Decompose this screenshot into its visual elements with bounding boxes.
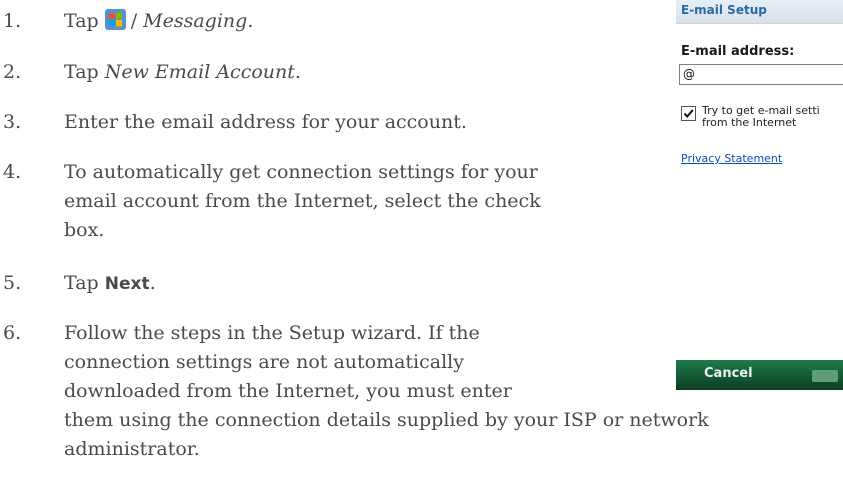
step-text: Enter the email address for your account…	[64, 111, 467, 133]
privacy-statement-link[interactable]: Privacy Statement	[681, 152, 782, 165]
step-text: Follow the steps in the Setup wizard. If…	[64, 319, 709, 464]
step-line: To automatically get connection settings…	[64, 161, 538, 183]
step-prefix: Tap	[64, 61, 99, 83]
step-text: Tap / Messaging.	[64, 7, 253, 36]
step-text: Tap New Email Account.	[64, 58, 301, 87]
step-number: 3.	[3, 111, 22, 133]
step-number: 2.	[3, 61, 22, 83]
menu-target: New Email Account	[104, 61, 295, 83]
step-line: Follow the steps in the Setup wizard. If…	[64, 322, 480, 344]
email-address-value: @	[683, 67, 695, 81]
next-button-ref: Next	[104, 274, 150, 294]
step-prefix: Tap	[64, 272, 99, 294]
email-address-label: E-mail address:	[681, 44, 795, 59]
step-number: 6.	[3, 322, 22, 344]
phone-title-bar: E-mail Setup	[676, 0, 843, 24]
step-end: .	[294, 61, 301, 83]
step-line: box.	[64, 219, 105, 241]
step-line: them using the connection details suppli…	[64, 409, 709, 431]
step-number: 5.	[3, 272, 22, 294]
step-line: downloaded from the Internet, you must e…	[64, 380, 512, 402]
step-line: connection settings are not automaticall…	[64, 351, 464, 373]
cancel-softkey[interactable]: Cancel	[704, 366, 753, 381]
step-separator: /	[130, 10, 138, 32]
step-line: email account from the Internet, select …	[64, 190, 541, 212]
phone-title: E-mail Setup	[681, 3, 767, 17]
menu-name: Messaging	[143, 10, 248, 32]
windows-start-icon	[104, 9, 126, 30]
step-end: .	[247, 10, 254, 32]
get-settings-checkbox[interactable]	[681, 106, 696, 121]
get-settings-label: Try to get e-mail setti from the Interne…	[702, 105, 820, 129]
step-number: 4.	[3, 161, 22, 183]
step-number: 1.	[3, 10, 22, 32]
step-text: To automatically get connection settings…	[64, 158, 541, 245]
phone-screenshot: E-mail Setup E-mail address: @ Try to ge…	[676, 0, 843, 390]
checkbox-label-line: from the Internet	[702, 116, 797, 129]
step-line: administrator.	[64, 438, 200, 460]
step-end: .	[149, 272, 156, 294]
step-text: Tap Next.	[64, 269, 156, 299]
email-address-input[interactable]: @	[679, 64, 843, 85]
keyboard-icon[interactable]	[812, 370, 838, 382]
step-prefix: Tap	[64, 10, 99, 32]
checkmark-icon	[683, 109, 694, 119]
